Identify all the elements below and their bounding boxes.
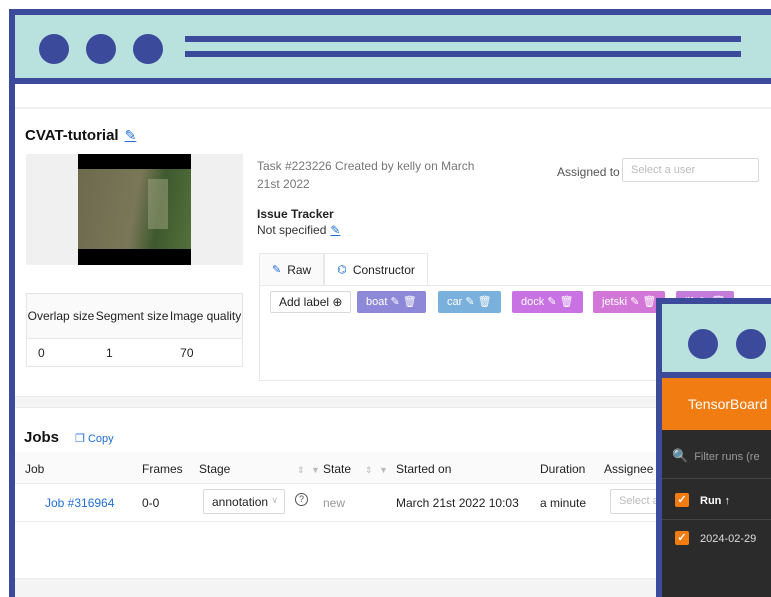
window-dot-4 — [688, 329, 718, 359]
task-title: CVAT-tutorial — [25, 127, 119, 144]
tensorboard-window: TensorBoard 🔍 Filter runs (re ✓ Run ↑ ✓ 2… — [656, 298, 771, 597]
label-name: boat — [366, 296, 388, 308]
window-dot-1 — [39, 34, 69, 64]
pencil-icon: ✎ — [272, 264, 282, 276]
window-bar-1 — [185, 36, 741, 42]
edit-icon[interactable]: ✎ — [390, 296, 399, 308]
search-icon: 🔍 — [672, 448, 689, 463]
chevron-down-icon: ∨ — [271, 495, 278, 505]
job-duration: a minute — [540, 496, 587, 510]
delete-icon[interactable]: 🗑 — [560, 296, 574, 308]
stage-value: annotation — [212, 495, 269, 509]
preview-image — [78, 154, 191, 265]
build-icon: ⌬ — [337, 264, 347, 276]
run-column-header[interactable]: Run ↑ — [700, 495, 730, 507]
run-name: 2024-02-29 — [700, 533, 757, 545]
task-stats-table: Overlap size Segment size Image quality … — [26, 293, 243, 367]
copy-icon: ❐ — [75, 433, 85, 445]
assigned-to-label: Assigned to — [557, 165, 620, 179]
label-tabs: ✎ Raw ⌬ Constructor — [259, 253, 428, 285]
col-frames: Frames — [142, 462, 183, 476]
label-name: dock — [521, 296, 545, 308]
col-job: Job — [25, 462, 45, 476]
window-dot-5 — [736, 329, 766, 359]
job-frames: 0-0 — [142, 496, 160, 510]
add-label-button[interactable]: Add label ⊕ — [270, 291, 352, 313]
filter-runs-placeholder: Filter runs (re — [694, 451, 760, 463]
stats-quality-value: 70 — [180, 345, 194, 360]
window-chrome — [15, 15, 771, 84]
label-chip-dock[interactable]: dock ✎ 🗑 — [512, 291, 583, 313]
aerial-scene — [78, 169, 191, 249]
label-chip-car[interactable]: car ✎ 🗑 — [438, 291, 501, 313]
copy-label: Copy — [87, 433, 114, 445]
state-sort-filter-icon[interactable]: ⇕ ▼ — [355, 462, 390, 476]
edit-issue-icon[interactable]: ✎ — [330, 223, 340, 237]
divider — [662, 478, 771, 479]
label-chip-jetski[interactable]: jetski ✎ 🗑 — [593, 291, 666, 313]
job-link[interactable]: Job #316964 — [45, 496, 114, 510]
edit-icon[interactable]: ✎ — [630, 296, 639, 308]
run-checkbox[interactable]: ✓ — [675, 531, 689, 545]
window-dot-3 — [133, 34, 163, 64]
window-chrome-2 — [662, 304, 771, 378]
issue-tracker-value: Not specified ✎ — [257, 223, 340, 237]
divider — [15, 107, 771, 109]
edit-title-icon[interactable]: ✎ — [125, 127, 137, 144]
stats-header-segment: Segment size — [95, 293, 170, 339]
col-assignee: Assignee — [604, 462, 654, 476]
tab-constructor-label: Constructor — [352, 262, 415, 277]
task-meta: Task #223226 Created by kelly on March 2… — [257, 159, 475, 191]
edit-icon[interactable]: ✎ — [547, 296, 556, 308]
job-started-on: March 21st 2022 10:03 — [396, 496, 519, 510]
stats-segment-value: 1 — [106, 345, 113, 360]
assignee-select[interactable]: Select a user — [622, 158, 759, 182]
stage-select[interactable]: annotation ∨ — [203, 489, 285, 514]
col-started-on: Started on — [396, 462, 452, 476]
issue-tracker-text: Not specified — [257, 223, 327, 237]
stats-overlap-value: 0 — [38, 345, 45, 360]
plus-circle-icon: ⊕ — [332, 295, 343, 309]
issue-tracker-title: Issue Tracker — [257, 207, 334, 221]
delete-icon[interactable]: 🗑 — [403, 296, 417, 308]
task-title-row: CVAT-tutorial ✎ — [25, 127, 136, 144]
stage-sort-filter-icon[interactable]: ⇕ ▼ — [287, 462, 322, 476]
question-icon[interactable]: ? — [295, 493, 308, 506]
jobs-title: Jobs — [24, 429, 60, 446]
tab-constructor[interactable]: ⌬ Constructor — [324, 253, 428, 285]
select-all-checkbox[interactable]: ✓ — [675, 493, 689, 507]
copy-button[interactable]: ❐ Copy — [75, 432, 114, 445]
add-label-text: Add label — [279, 295, 330, 309]
col-state: State — [323, 462, 352, 476]
tab-raw[interactable]: ✎ Raw — [259, 253, 325, 285]
col-duration: Duration — [540, 462, 586, 476]
col-stage: Stage — [199, 462, 231, 476]
job-state: new — [323, 496, 346, 510]
label-name: car — [447, 296, 463, 308]
window-dot-2 — [86, 34, 116, 64]
label-chip-boat[interactable]: boat ✎ 🗑 — [357, 291, 426, 313]
divider — [662, 519, 771, 520]
delete-icon[interactable]: 🗑 — [478, 296, 492, 308]
filter-runs-input[interactable]: 🔍 Filter runs (re — [672, 448, 760, 464]
stats-header-quality: Image quality — [169, 293, 243, 339]
tensorboard-header: TensorBoard — [662, 378, 771, 430]
tab-raw-label: Raw — [287, 262, 312, 277]
label-name: jetski — [602, 296, 628, 308]
task-preview — [26, 154, 243, 265]
delete-icon[interactable]: 🗑 — [642, 296, 656, 308]
window-bar-2 — [185, 51, 741, 57]
edit-icon[interactable]: ✎ — [465, 296, 474, 308]
stats-header-overlap: Overlap size — [26, 293, 96, 339]
